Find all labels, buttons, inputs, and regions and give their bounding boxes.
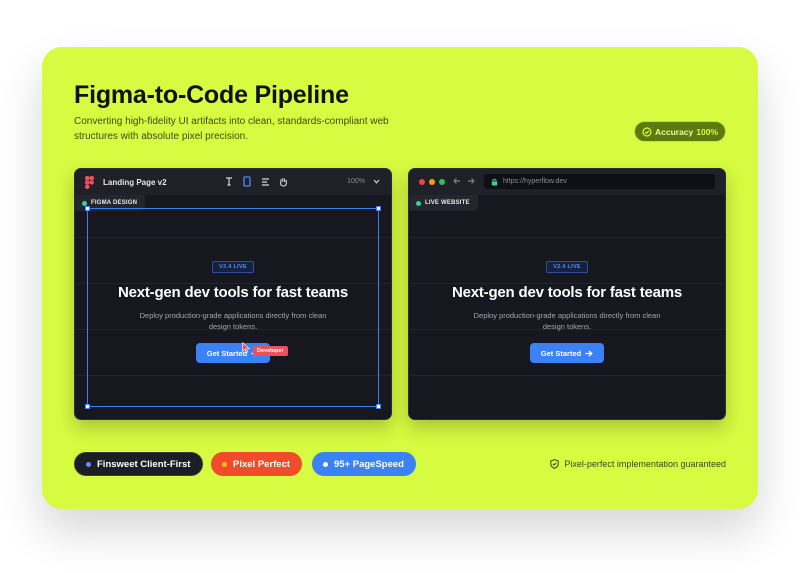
resize-handle[interactable] — [376, 404, 381, 409]
live-website-tag: LIVE WEBSITE — [409, 195, 478, 211]
window-controls — [419, 179, 445, 185]
figma-design-panel: Landing Page v2 100% FIGMA DESIGN V2.4 L… — [74, 168, 392, 420]
cursor-pointer-icon — [242, 342, 250, 353]
status-dot — [82, 200, 87, 206]
page-gridline — [409, 237, 725, 238]
frame-tool-icon[interactable] — [241, 175, 253, 188]
resize-handle[interactable] — [376, 206, 381, 211]
lock-icon — [491, 178, 498, 185]
browser-toolbar: https://hyperflow.dev — [409, 169, 725, 195]
figma-toolbar: Landing Page v2 100% — [75, 169, 391, 195]
document-name: Landing Page v2 — [103, 178, 167, 187]
page-title: Figma-to-Code Pipeline — [74, 81, 349, 109]
pill-dot — [222, 461, 227, 467]
pill-label: Finsweet Client-First — [97, 458, 191, 470]
page-gridline — [409, 375, 725, 376]
guarantee-note: Pixel-perfect implementation guaranteed — [550, 459, 726, 469]
shield-check-icon — [550, 459, 560, 469]
guarantee-text: Pixel-perfect implementation guaranteed — [564, 459, 726, 469]
pill-pixel-perfect: Pixel Perfect — [211, 452, 303, 476]
developer-cursor-label: Developer — [253, 346, 288, 356]
get-started-label: Get Started — [540, 348, 582, 358]
accuracy-value: 100% — [696, 126, 719, 137]
selection-frame[interactable] — [85, 206, 381, 409]
resize-handle[interactable] — [85, 404, 90, 409]
figma-tools — [223, 175, 289, 188]
text-tool-icon[interactable] — [223, 175, 235, 188]
pipeline-card: Figma-to-Code Pipeline Converting high-f… — [42, 47, 758, 509]
url-text: https://hyperflow.dev — [503, 178, 567, 185]
accuracy-badge: Accuracy 100% — [634, 121, 726, 142]
arrow-right-icon — [585, 350, 593, 356]
maximize-dot[interactable] — [439, 179, 445, 185]
get-started-button[interactable]: Get Started — [529, 343, 605, 363]
minimize-dot[interactable] — [429, 179, 435, 185]
align-tool-icon[interactable] — [259, 175, 271, 188]
pill-finsweet: Finsweet Client-First — [74, 452, 204, 476]
accuracy-label: Accuracy — [654, 126, 694, 137]
pill-dot — [323, 461, 328, 467]
figma-logo-icon — [85, 176, 94, 189]
close-dot[interactable] — [419, 179, 425, 185]
hero-headline: Next-gen dev tools for fast teams — [451, 284, 683, 301]
pill-dot — [86, 461, 91, 467]
website-hero: V2.4 LIVE Next-gen dev tools for fast te… — [409, 255, 725, 363]
live-website-tag-label: LIVE WEBSITE — [425, 200, 470, 206]
status-dot — [416, 200, 421, 206]
back-arrow-icon[interactable] — [453, 177, 461, 185]
figma-design-tag-label: FIGMA DESIGN — [91, 200, 138, 206]
version-badge: V2.4 LIVE — [546, 261, 588, 273]
forward-arrow-icon[interactable] — [467, 177, 475, 185]
resize-handle[interactable] — [85, 206, 90, 211]
live-website-panel: https://hyperflow.dev LIVE WEBSITE V2.4 … — [408, 168, 726, 420]
chevron-down-icon[interactable] — [372, 177, 381, 186]
browser-nav — [453, 177, 475, 185]
hand-tool-icon[interactable] — [277, 175, 289, 188]
check-circle-icon — [642, 126, 652, 137]
address-bar[interactable]: https://hyperflow.dev — [484, 174, 715, 189]
pill-pagespeed: 95+ PageSpeed — [312, 452, 416, 476]
zoom-level[interactable]: 100% — [347, 178, 365, 185]
hero-description: Deploy production-grade applications dir… — [473, 311, 661, 331]
pill-label: 95+ PageSpeed — [334, 458, 404, 470]
pill-label: Pixel Perfect — [233, 458, 291, 470]
page-subtitle: Converting high-fidelity UI artifacts in… — [74, 116, 389, 142]
